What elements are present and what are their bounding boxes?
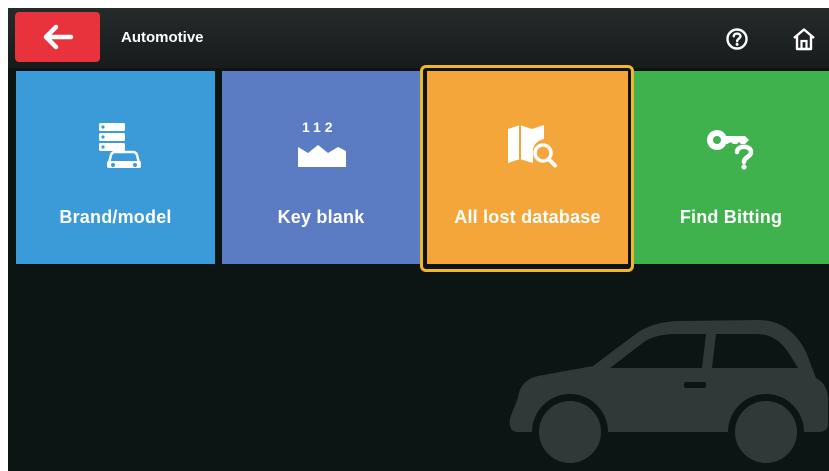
tile-label: Key blank — [277, 207, 365, 227]
car-silhouette-icon — [509, 320, 828, 470]
key-blank-icon: 112 — [296, 119, 348, 169]
top-bar: Automotive — [8, 8, 829, 68]
selection-highlight — [420, 65, 634, 272]
tile-key-blank[interactable]: 112 Key blank — [222, 71, 420, 264]
tile-brand-model[interactable]: Brand/model — [16, 71, 215, 264]
key-question-icon — [707, 130, 754, 170]
app-screen: Automotive Brand/model 112 Key blank All… — [8, 8, 829, 471]
arrow-left-icon — [43, 24, 73, 50]
key-blank-number: 112 — [302, 119, 337, 135]
car-database-icon — [99, 123, 141, 168]
tile-find-bitting[interactable]: Find Bitting — [633, 71, 829, 264]
tile-label: Brand/model — [59, 207, 172, 227]
page-title: Automotive — [121, 29, 204, 46]
back-button[interactable] — [15, 12, 100, 62]
tile-label: Find Bitting — [679, 207, 783, 227]
help-circle-icon[interactable] — [725, 27, 749, 51]
home-icon[interactable] — [791, 27, 817, 51]
